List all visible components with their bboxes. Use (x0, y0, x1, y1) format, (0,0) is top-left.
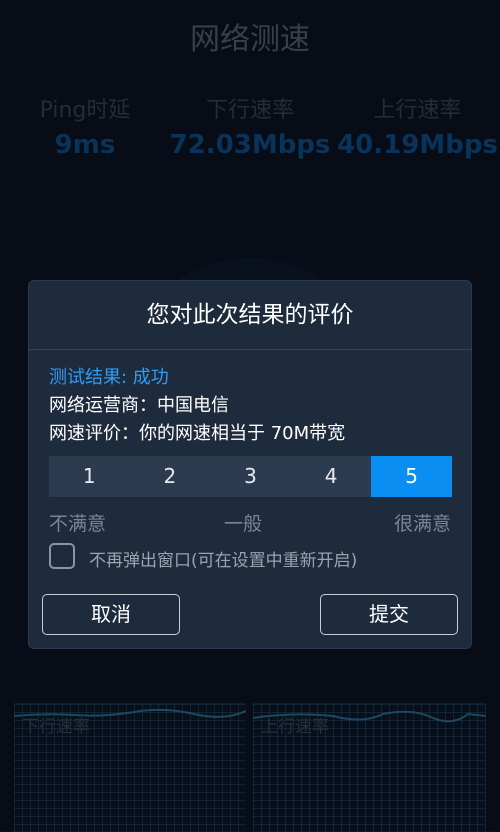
rating-dialog: 您对此次结果的评价 测试结果: 成功 网络运营商：中国电信 网速评价：你的网速相… (28, 280, 472, 649)
test-result-text: 测试结果: 成功 (49, 367, 169, 388)
submit-button[interactable]: 提交 (320, 594, 458, 635)
rating-option-4[interactable]: 4 (291, 456, 372, 497)
scale-high-label: 很满意 (393, 513, 451, 535)
dialog-title: 您对此次结果的评价 (146, 302, 354, 328)
rating-option-2[interactable]: 2 (130, 456, 211, 497)
dont-show-again-label[interactable]: 不再弹出窗口(可在设置中重新开启) (89, 546, 357, 571)
scale-mid-label: 一般 (224, 513, 263, 535)
isp-text: 网络运营商：中国电信 (49, 395, 229, 416)
dont-show-again-checkbox[interactable] (49, 543, 75, 569)
rating-selector: 1 2 3 4 5 (49, 456, 452, 497)
rating-option-1[interactable]: 1 (49, 456, 130, 497)
rating-option-5[interactable]: 5 (371, 456, 452, 497)
rating-option-3[interactable]: 3 (210, 456, 291, 497)
dialog-divider (29, 349, 471, 350)
speed-rating-text: 网速评价：你的网速相当于 70M带宽 (49, 423, 346, 444)
cancel-button[interactable]: 取消 (42, 594, 180, 635)
scale-low-label: 不满意 (49, 513, 107, 535)
